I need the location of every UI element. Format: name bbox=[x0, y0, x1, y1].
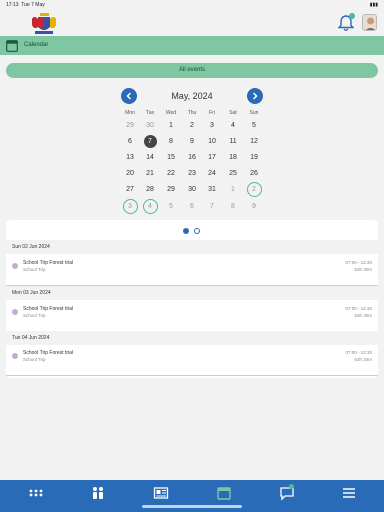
calendar-day-selected[interactable]: 4 bbox=[140, 199, 160, 214]
status-bar: 17:13 Tue 7 May ▮▮▮ bbox=[0, 0, 384, 9]
chevron-right-icon bbox=[252, 92, 258, 100]
event-date-header: Sun 02 Jun 2024 bbox=[6, 240, 378, 254]
calendar-day[interactable]: 30 bbox=[182, 184, 202, 196]
event-time: 07:00 - 12:30 bbox=[345, 350, 372, 355]
event-color-dot bbox=[12, 309, 18, 315]
calendar-day[interactable]: 18 bbox=[223, 152, 243, 164]
event-title: School Trip Forest trial bbox=[23, 306, 74, 312]
home-indicator bbox=[142, 505, 242, 508]
event-date-header: Tue 04 Jun 2024 bbox=[6, 331, 378, 345]
app-header bbox=[0, 9, 384, 35]
calendar-day[interactable]: 25 bbox=[223, 168, 243, 180]
calendar-icon bbox=[6, 40, 18, 52]
calendar-day[interactable]: 26 bbox=[244, 168, 264, 180]
event-duration: 53h 30m bbox=[354, 267, 372, 272]
chevron-left-icon bbox=[126, 92, 132, 100]
calendar-day[interactable]: 31 bbox=[202, 184, 222, 196]
calendar-day[interactable]: 8 bbox=[223, 201, 243, 213]
newspaper-icon[interactable] bbox=[153, 485, 169, 501]
event-duration: 53h 30m bbox=[354, 313, 372, 318]
calendar-day[interactable]: 29 bbox=[120, 120, 140, 132]
calendar-day[interactable]: 14 bbox=[140, 152, 160, 164]
calendar-day[interactable]: 1 bbox=[223, 184, 243, 196]
weekday-label: Wed bbox=[165, 110, 177, 116]
calendar-day[interactable]: 5 bbox=[161, 201, 181, 213]
calendar-day[interactable]: 8 bbox=[161, 136, 181, 148]
page-dot[interactable] bbox=[194, 228, 200, 234]
page-dot-active[interactable] bbox=[183, 228, 189, 234]
people-icon[interactable] bbox=[90, 485, 106, 501]
event-type: School Trip bbox=[23, 313, 46, 318]
weekday-label: Sat bbox=[229, 110, 237, 116]
calendar-day[interactable]: 12 bbox=[244, 136, 264, 148]
all-events-filter-button[interactable]: All events bbox=[6, 63, 378, 78]
event-date-header: Mon 03 Jun 2024 bbox=[6, 286, 378, 300]
calendar-day[interactable]: 23 bbox=[182, 168, 202, 180]
event-time: 07:00 - 12:30 bbox=[345, 260, 372, 265]
school-crest-logo bbox=[32, 13, 56, 34]
event-item[interactable]: School Trip Forest trial School Trip 07:… bbox=[6, 346, 378, 376]
calendar-icon[interactable] bbox=[216, 485, 232, 501]
calendar-day[interactable]: 28 bbox=[140, 184, 160, 196]
event-color-dot bbox=[12, 353, 18, 359]
calendar-day[interactable]: 10 bbox=[202, 136, 222, 148]
menu-icon[interactable] bbox=[341, 485, 357, 501]
calendar-day[interactable]: 15 bbox=[161, 152, 181, 164]
grid-icon[interactable] bbox=[28, 485, 44, 501]
weekday-label: Fri bbox=[209, 110, 215, 116]
calendar-day[interactable]: 4 bbox=[223, 120, 243, 132]
avatar[interactable] bbox=[362, 14, 377, 31]
calendar-day[interactable]: 9 bbox=[244, 201, 264, 213]
weekday-label: Mon bbox=[125, 110, 135, 116]
calendar-day[interactable]: 1 bbox=[161, 120, 181, 132]
calendar-day[interactable]: 17 bbox=[202, 152, 222, 164]
weekday-label: Sun bbox=[249, 110, 259, 116]
calendar-day[interactable]: 22 bbox=[161, 168, 181, 180]
calendar-day[interactable]: 27 bbox=[120, 184, 140, 196]
chat-badge bbox=[289, 484, 294, 489]
month-title: May, 2024 bbox=[171, 91, 213, 101]
calendar-day[interactable]: 2 bbox=[182, 120, 202, 132]
event-item[interactable]: School Trip Forest trial School Trip 07:… bbox=[6, 256, 378, 286]
calendar-day[interactable]: 11 bbox=[223, 136, 243, 148]
calendar-day[interactable]: 6 bbox=[182, 201, 202, 213]
calendar-day[interactable]: 19 bbox=[244, 152, 264, 164]
calendar-day[interactable]: 13 bbox=[120, 152, 140, 164]
prev-month-button[interactable] bbox=[121, 88, 137, 104]
calendar-day[interactable]: 6 bbox=[120, 136, 140, 148]
calendar-day[interactable]: 9 bbox=[182, 136, 202, 148]
section-bar: Calendar bbox=[0, 36, 384, 55]
event-title: School Trip Forest trial bbox=[23, 350, 74, 356]
calendar-day[interactable]: 7 bbox=[202, 201, 222, 213]
status-time: 17:13 Tue 7 May bbox=[6, 2, 45, 8]
calendar-day[interactable]: 21 bbox=[140, 168, 160, 180]
event-time: 07:00 - 12:30 bbox=[345, 306, 372, 311]
section-title: Calendar bbox=[24, 42, 49, 48]
weekday-label: Tue bbox=[145, 110, 155, 116]
event-color-dot bbox=[12, 263, 18, 269]
calendar-day[interactable]: 3 bbox=[202, 120, 222, 132]
event-type: School Trip bbox=[23, 267, 46, 272]
calendar-day-today[interactable]: 7 bbox=[140, 135, 160, 148]
calendar-day[interactable]: 20 bbox=[120, 168, 140, 180]
weekday-label: Thu bbox=[187, 110, 197, 116]
avatar-image bbox=[365, 17, 376, 30]
calendar-day[interactable]: 29 bbox=[161, 184, 181, 196]
calendar-day[interactable]: 16 bbox=[182, 152, 202, 164]
calendar-day[interactable]: 30 bbox=[140, 120, 160, 132]
battery-indicator: ▮▮▮ bbox=[369, 2, 378, 8]
event-type: School Trip bbox=[23, 357, 46, 362]
next-month-button[interactable] bbox=[247, 88, 263, 104]
calendar-day[interactable]: 5 bbox=[244, 120, 264, 132]
calendar-day-selected[interactable]: 2 bbox=[244, 182, 264, 197]
event-title: School Trip Forest trial bbox=[23, 260, 74, 266]
event-duration: 53h 30m bbox=[354, 357, 372, 362]
calendar-day-selected[interactable]: 3 bbox=[120, 199, 140, 214]
event-item[interactable]: School Trip Forest trial School Trip 07:… bbox=[6, 302, 378, 332]
calendar-day[interactable]: 24 bbox=[202, 168, 222, 180]
notification-badge bbox=[349, 13, 355, 19]
